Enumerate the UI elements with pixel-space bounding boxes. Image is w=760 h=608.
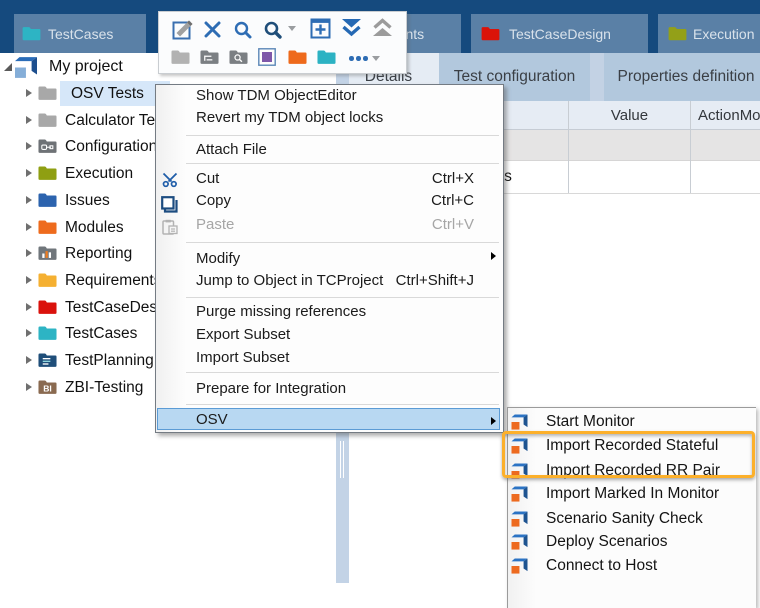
- svg-text:BI: BI: [43, 384, 52, 394]
